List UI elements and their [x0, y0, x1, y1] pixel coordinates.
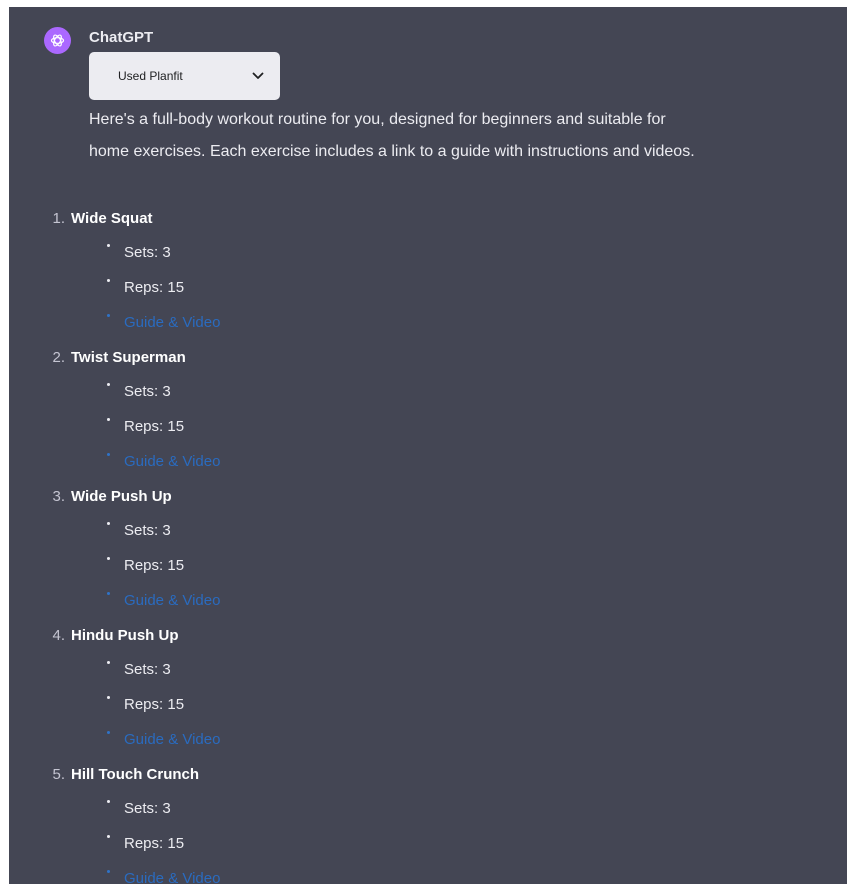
- intro-line: Here's a full-body workout routine for y…: [89, 111, 666, 128]
- plugin-status-label: Used Planfit: [118, 69, 183, 83]
- sets-text: Sets: 3: [124, 800, 171, 817]
- reps-text: Reps: 15: [124, 835, 185, 852]
- sets-item: Sets: 3: [9, 513, 847, 548]
- bullet-icon: [107, 661, 110, 664]
- sets-text: Sets: 3: [124, 383, 171, 400]
- exercise-name: Wide Push Up: [71, 487, 172, 505]
- guide-item: Guide & Video: [9, 722, 847, 757]
- sets-text: Sets: 3: [124, 522, 171, 539]
- guide-video-link[interactable]: Guide & Video: [124, 870, 220, 884]
- exercise-name: Twist Superman: [71, 348, 186, 366]
- sets-item: Sets: 3: [9, 374, 847, 409]
- guide-item: Guide & Video: [9, 583, 847, 618]
- reps-item: Reps: 15: [9, 548, 847, 583]
- reps-text: Reps: 15: [124, 696, 185, 713]
- exercise-list: 1. Wide Squat Sets: 3 Reps: 15 Guide & V…: [9, 201, 847, 884]
- exercise-name: Wide Squat: [71, 209, 153, 227]
- bullet-icon: [107, 244, 110, 247]
- bullet-icon: [107, 696, 110, 699]
- exercise-number: 5.: [52, 765, 65, 783]
- exercise-details: Sets: 3 Reps: 15 Guide & Video: [9, 791, 847, 884]
- sets-item: Sets: 3: [9, 791, 847, 826]
- reps-item: Reps: 15: [9, 270, 847, 305]
- exercise-item: 4. Hindu Push Up Sets: 3 Reps: 15 Guide …: [9, 618, 847, 757]
- exercise-details: Sets: 3 Reps: 15 Guide & Video: [9, 652, 847, 757]
- bullet-icon: [107, 870, 110, 873]
- bullet-icon: [107, 835, 110, 838]
- exercise-details: Sets: 3 Reps: 15 Guide & Video: [9, 235, 847, 340]
- reps-item: Reps: 15: [9, 826, 847, 861]
- bullet-icon: [107, 557, 110, 560]
- bullet-icon: [107, 314, 110, 317]
- exercise-name: Hill Touch Crunch: [71, 765, 200, 783]
- plugin-status-dropdown[interactable]: Used Planfit: [89, 52, 280, 100]
- reps-item: Reps: 15: [9, 409, 847, 444]
- intro-paragraph: Here's a full-body workout routine for y…: [89, 104, 839, 168]
- exercise-item: 5. Hill Touch Crunch Sets: 3 Reps: 15 Gu…: [9, 757, 847, 884]
- bullet-icon: [107, 800, 110, 803]
- bullet-icon: [107, 453, 110, 456]
- openai-logo-icon: [44, 27, 71, 54]
- guide-item: Guide & Video: [9, 444, 847, 479]
- reps-text: Reps: 15: [124, 557, 185, 574]
- bullet-icon: [107, 279, 110, 282]
- guide-video-link[interactable]: Guide & Video: [124, 592, 220, 609]
- sets-text: Sets: 3: [124, 244, 171, 261]
- bullet-icon: [107, 418, 110, 421]
- exercise-details: Sets: 3 Reps: 15 Guide & Video: [9, 374, 847, 479]
- guide-video-link[interactable]: Guide & Video: [124, 314, 220, 331]
- exercise-item: 1. Wide Squat Sets: 3 Reps: 15 Guide & V…: [9, 201, 847, 340]
- guide-item: Guide & Video: [9, 861, 847, 884]
- guide-video-link[interactable]: Guide & Video: [124, 731, 220, 748]
- bullet-icon: [107, 592, 110, 595]
- exercise-name: Hindu Push Up: [71, 626, 179, 644]
- reps-text: Reps: 15: [124, 279, 185, 296]
- bullet-icon: [107, 731, 110, 734]
- exercise-number: 3.: [52, 487, 65, 505]
- exercise-item: 3. Wide Push Up Sets: 3 Reps: 15 Guide &…: [9, 479, 847, 618]
- exercise-number: 1.: [52, 209, 65, 227]
- bullet-icon: [107, 522, 110, 525]
- guide-video-link[interactable]: Guide & Video: [124, 453, 220, 470]
- exercise-number: 4.: [52, 626, 65, 644]
- exercise-number: 2.: [52, 348, 65, 366]
- assistant-message: ChatGPT Used Planfit Here's a full-body …: [9, 7, 847, 884]
- intro-line: home exercises. Each exercise includes a…: [89, 143, 695, 160]
- chevron-down-icon: [252, 72, 264, 80]
- reps-item: Reps: 15: [9, 687, 847, 722]
- bullet-icon: [107, 383, 110, 386]
- sets-item: Sets: 3: [9, 235, 847, 270]
- sets-text: Sets: 3: [124, 661, 171, 678]
- author-name: ChatGPT: [89, 29, 154, 46]
- exercise-item: 2. Twist Superman Sets: 3 Reps: 15 Guide…: [9, 340, 847, 479]
- exercise-details: Sets: 3 Reps: 15 Guide & Video: [9, 513, 847, 618]
- guide-item: Guide & Video: [9, 305, 847, 340]
- sets-item: Sets: 3: [9, 652, 847, 687]
- reps-text: Reps: 15: [124, 418, 185, 435]
